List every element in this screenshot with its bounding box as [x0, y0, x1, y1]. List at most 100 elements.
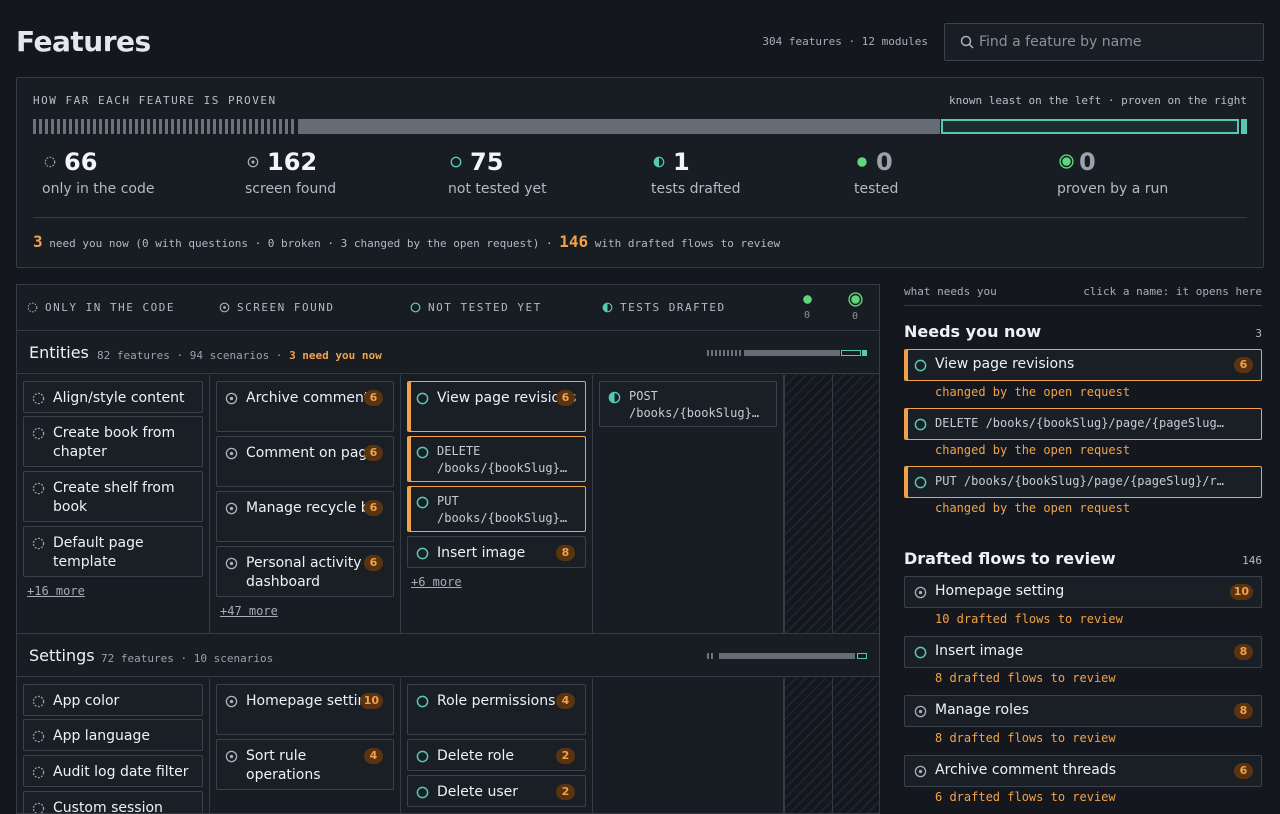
feature-card[interactable]: Sort rule operations 4 — [216, 739, 394, 790]
needs-item[interactable]: View page revisions 6 — [904, 349, 1262, 381]
feature-card[interactable]: App language — [23, 719, 203, 751]
bar-segment-not-tested[interactable] — [941, 119, 1239, 134]
column-proven[interactable]: 0 — [844, 292, 866, 322]
needs-item[interactable]: PUT /books/{bookSlug}/page/{pageSlug}/r… — [904, 466, 1262, 498]
feature-card[interactable]: View page revisions 6 — [407, 381, 586, 432]
drafted-count: 146 — [559, 232, 589, 251]
column-label: TESTS DRAFTED — [620, 301, 726, 314]
column-only-in-code[interactable]: ONLY IN THE CODE — [27, 301, 175, 314]
group-header[interactable]: Settings 72 features · 10 scenarios — [17, 634, 879, 677]
count-badge: 6 — [364, 390, 383, 406]
feature-card[interactable]: Comment on page 6 — [216, 436, 394, 487]
feature-card[interactable]: Delete user 2 — [407, 775, 586, 807]
feature-card[interactable]: Custom session — [23, 791, 203, 813]
feature-card[interactable]: DELETE /books/{bookSlug}… — [407, 436, 586, 482]
side-panel-header: what needs you click a name: it opens he… — [904, 284, 1262, 306]
show-more-link[interactable]: +47 more — [220, 604, 278, 618]
group-header[interactable]: Entities 82 features · 94 scenarios · 3 … — [17, 331, 879, 374]
open-circle-icon — [416, 695, 429, 708]
column-count: 0 — [851, 311, 859, 322]
drafted-item[interactable]: Manage roles 8 — [904, 695, 1262, 727]
needs-item[interactable]: DELETE /books/{bookSlug}/page/{pageSlug… — [904, 408, 1262, 440]
stat-value: 66 — [64, 148, 98, 176]
column-screen-found[interactable]: SCREEN FOUND — [219, 301, 334, 314]
feature-card[interactable]: POST /books/{bookSlug}… — [599, 381, 777, 427]
bar-segment-tests-drafted[interactable] — [1241, 119, 1247, 134]
feature-card[interactable]: Align/style content — [23, 381, 203, 413]
drafted-item[interactable]: Homepage setting 10 — [904, 576, 1262, 608]
dashed-circle-icon — [27, 302, 38, 313]
ringed-circle-icon — [1059, 154, 1074, 169]
cell-tests-drafted: POST /books/{bookSlug}… — [593, 375, 784, 633]
column-tests-drafted[interactable]: TESTS DRAFTED — [602, 301, 726, 314]
show-more-link[interactable]: +16 more — [27, 584, 85, 598]
feature-card[interactable]: Create shelf from book — [23, 471, 203, 522]
feature-label: Insert image — [437, 545, 526, 561]
cell-not-tested: Role permissions 4 Delete role 2 Delete … — [401, 678, 593, 813]
feature-card[interactable]: Audit log date filter — [23, 755, 203, 787]
feature-card[interactable]: Manage recycle bin 6 — [216, 491, 394, 542]
dot-circle-icon — [225, 557, 238, 570]
count-badge: 6 — [1234, 357, 1253, 373]
proof-summary-panel: HOW FAR EACH FEATURE IS PROVEN known lea… — [16, 77, 1264, 268]
dashed-circle-icon — [44, 156, 56, 168]
group-warning: 3 need you now — [289, 349, 382, 362]
feature-label: App language — [53, 728, 150, 744]
stat-value: 75 — [470, 148, 504, 176]
feature-board: ONLY IN THE CODE SCREEN FOUND NOT TESTED… — [16, 284, 880, 814]
feature-card[interactable]: Homepage setting 10 — [216, 684, 394, 735]
search-input[interactable] — [944, 23, 1264, 61]
stat-label: tested — [854, 181, 899, 197]
open-circle-icon — [416, 786, 429, 799]
drafted-item-note: 10 drafted flows to review — [935, 612, 1123, 626]
feature-counts: 304 features · 12 modules — [762, 35, 928, 48]
feature-card[interactable]: Role permissions 4 — [407, 684, 586, 735]
group-meta: 72 features · 10 scenarios — [101, 652, 274, 665]
open-circle-icon — [914, 646, 927, 659]
need-count: 3 — [33, 232, 43, 251]
group-progress-bar — [707, 350, 867, 356]
feature-card[interactable]: Create book from chapter — [23, 416, 203, 467]
feature-card[interactable]: PUT /books/{bookSlug}… — [407, 486, 586, 532]
column-tested[interactable]: 0 — [796, 292, 818, 321]
count-badge: 10 — [359, 693, 383, 709]
dashed-circle-icon — [32, 766, 45, 779]
count-badge: 2 — [556, 784, 575, 800]
stat-label: not tested yet — [448, 181, 547, 197]
stat-value: 162 — [267, 148, 318, 176]
dot-circle-icon — [225, 695, 238, 708]
cell-tested-empty — [784, 375, 832, 633]
feature-card[interactable]: Delete role 2 — [407, 739, 586, 771]
feature-card[interactable]: Insert image 8 — [407, 536, 586, 568]
column-not-tested[interactable]: NOT TESTED YET — [410, 301, 542, 314]
count-badge: 8 — [556, 545, 575, 561]
feature-label: Delete role — [437, 748, 514, 764]
dot-circle-icon — [225, 447, 238, 460]
stats-row: 66 only in the code 162 screen found 75 … — [42, 148, 1252, 200]
drafted-item-note: 6 drafted flows to review — [935, 790, 1116, 804]
module-group-entities: Entities 82 features · 94 scenarios · 3 … — [17, 331, 879, 633]
stat-label: tests drafted — [651, 181, 741, 197]
bar-segment-screen-found[interactable] — [298, 119, 940, 134]
bar-segment-only-in-code[interactable] — [33, 119, 296, 134]
feature-label: Create shelf from book — [53, 480, 175, 515]
side-left-hint: what needs you — [904, 285, 997, 298]
stat-label: proven by a run — [1057, 181, 1169, 197]
stat-value: 0 — [1079, 148, 1096, 176]
count-badge: 6 — [364, 500, 383, 516]
feature-label: Delete user — [437, 784, 518, 800]
board-column-headers: ONLY IN THE CODE SCREEN FOUND NOT TESTED… — [17, 285, 879, 331]
open-circle-icon — [914, 418, 927, 431]
feature-card[interactable]: Personal activity dashboard 6 — [216, 546, 394, 597]
feature-card[interactable]: App color — [23, 684, 203, 716]
feature-label: Align/style content — [53, 390, 185, 406]
side-right-hint: click a name: it opens here — [1083, 285, 1262, 298]
feature-label: PUT /books/{bookSlug}… — [437, 494, 568, 525]
feature-card[interactable]: Archive comment… 6 — [216, 381, 394, 432]
show-more-link[interactable]: +6 more — [411, 575, 462, 589]
drafted-item[interactable]: Insert image 8 — [904, 636, 1262, 668]
search-icon — [960, 35, 974, 49]
drafted-item[interactable]: Archive comment threads 6 — [904, 755, 1262, 787]
feature-card[interactable]: Default page template — [23, 526, 203, 577]
dot-circle-icon — [914, 586, 927, 599]
